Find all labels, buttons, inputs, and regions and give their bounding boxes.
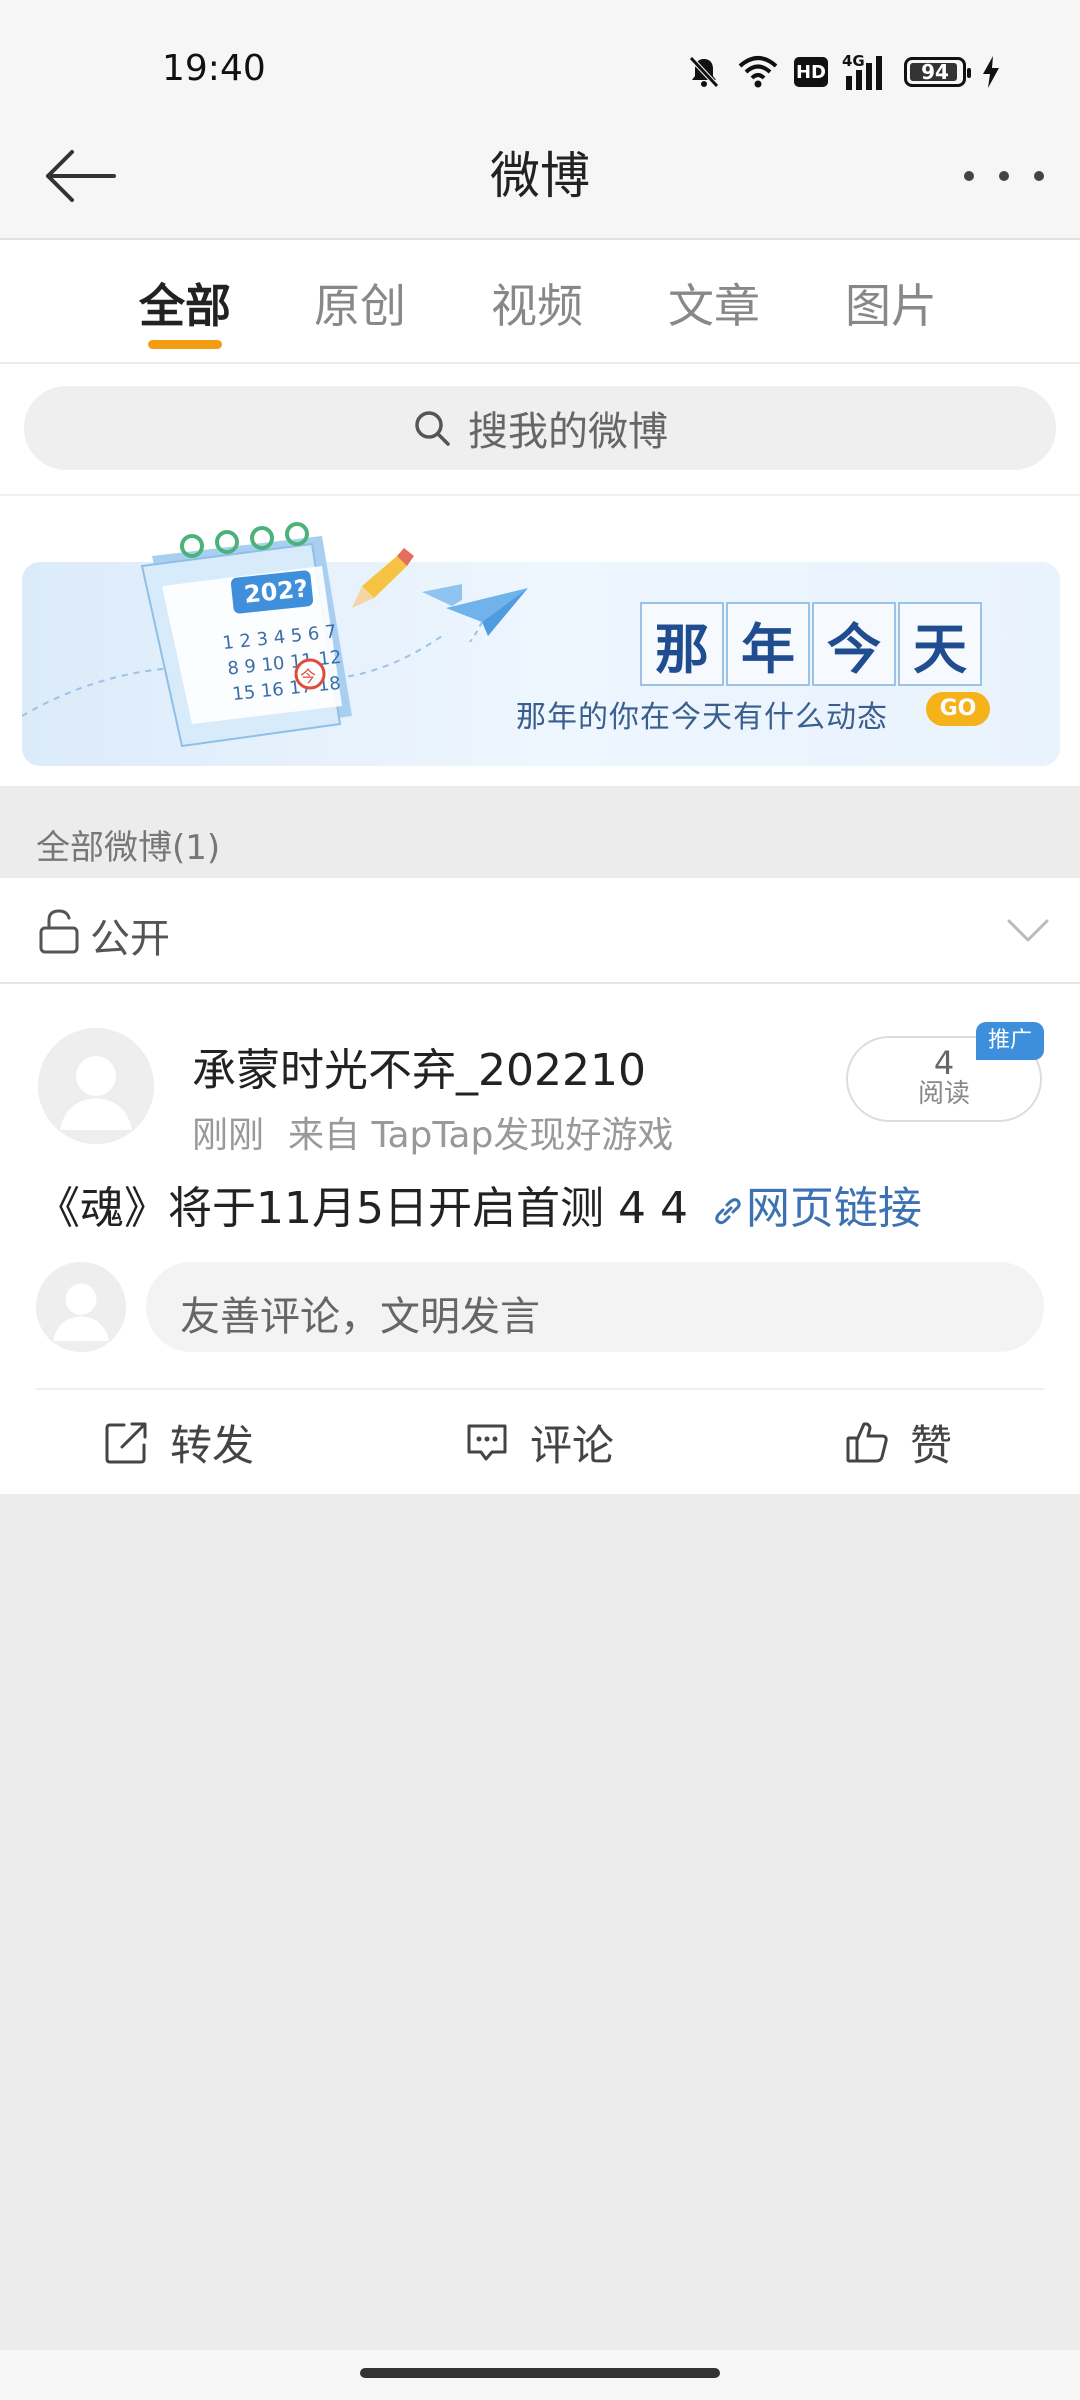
tab-video[interactable]: 视频: [462, 270, 612, 336]
post-author[interactable]: 承蒙时光不弃_202210: [192, 1034, 646, 1098]
default-avatar-icon: [38, 1028, 154, 1144]
page-title: 微博: [490, 147, 590, 205]
banner-area: 202? 1 2 3 4 5 6 7 8 9 10 11 12 15 16 17…: [0, 496, 1080, 786]
visibility-filter[interactable]: 公开: [0, 878, 1080, 984]
comment-input[interactable]: 友善评论，文明发言: [146, 1262, 1044, 1352]
memories-banner[interactable]: 202? 1 2 3 4 5 6 7 8 9 10 11 12 15 16 17…: [22, 522, 1060, 766]
web-link[interactable]: 网页链接: [702, 1183, 922, 1234]
chevron-down-icon: [1007, 919, 1049, 942]
comment-label: 评论: [530, 1420, 615, 1470]
charging-icon: [983, 56, 999, 88]
post-meta: 刚刚 来自 TapTap发现好游戏: [192, 1106, 673, 1158]
banner-slogan: 那年的你在今天有什么动态: [516, 700, 888, 735]
status-icons: HD 4G 94: [686, 50, 1002, 94]
mute-icon: [689, 56, 719, 88]
post-source: 来自 TapTap发现好游戏: [288, 1115, 674, 1156]
thumbs-up-icon: [846, 1422, 888, 1463]
divider: [36, 1388, 1044, 1390]
tab-all[interactable]: 全部: [110, 270, 260, 336]
banner-go-button[interactable]: GO: [926, 692, 990, 726]
nav-bar: 微博: [0, 110, 1080, 240]
banner-title-char: 天: [898, 602, 982, 686]
battery-level: 94: [921, 60, 949, 84]
banner-title-char: 今: [812, 602, 896, 686]
signal-icon: 4G: [842, 52, 890, 90]
reads-label: 阅读: [917, 1079, 970, 1109]
post-time: 刚刚: [192, 1115, 265, 1156]
like-label: 赞: [910, 1420, 953, 1470]
comment-placeholder: 友善评论，文明发言: [180, 1294, 540, 1340]
search-icon: [415, 411, 450, 446]
network-type: 4G: [842, 52, 865, 70]
web-link-label: 网页链接: [745, 1183, 922, 1234]
comment-icon: [467, 1424, 507, 1461]
unlock-icon: [39, 909, 79, 954]
home-indicator[interactable]: [360, 2368, 720, 2378]
paper-plane-icon: [446, 588, 528, 642]
my-avatar: [36, 1262, 126, 1352]
repost-button[interactable]: 转发: [104, 1392, 254, 1492]
more-dots-icon: [964, 171, 974, 181]
search-input[interactable]: 搜我的微博: [24, 386, 1056, 470]
post-card: 承蒙时光不弃_202210 刚刚 来自 TapTap发现好游戏 4 阅读 推广 《…: [0, 984, 1080, 1494]
wifi-icon: [738, 56, 778, 88]
tab-original[interactable]: 原创: [285, 270, 435, 336]
more-button[interactable]: [964, 156, 1044, 196]
calendar-today: 今: [300, 667, 316, 686]
comment-button[interactable]: 评论: [464, 1392, 614, 1492]
tab-article[interactable]: 文章: [639, 270, 789, 336]
like-button[interactable]: 赞: [844, 1392, 952, 1492]
post-count-label: 全部微博(1): [36, 828, 221, 868]
avatar[interactable]: [38, 1028, 154, 1144]
repost-label: 转发: [170, 1420, 255, 1470]
banner-title-char: 那: [640, 602, 724, 686]
search-area: 搜我的微博: [0, 364, 1080, 496]
search-placeholder: 搜我的微博: [468, 409, 668, 455]
hd-icon: HD: [794, 57, 828, 87]
banner-title-char: 年: [726, 602, 810, 686]
tab-image[interactable]: 图片: [816, 270, 966, 336]
battery-icon: 94: [904, 57, 971, 87]
status-time: 19:40: [162, 48, 266, 89]
post-content: 《魂》将于11月5日开启首测 4 4 网页链接: [36, 1172, 922, 1236]
promote-tag[interactable]: 推广: [976, 1022, 1044, 1060]
section-header: 全部微博(1): [0, 786, 1080, 876]
link-icon: [715, 1198, 741, 1225]
calendar-illustration: 202? 1 2 3 4 5 6 7 8 9 10 11 12 15 16 17…: [22, 522, 462, 748]
default-avatar-icon: [36, 1262, 126, 1352]
active-tab-indicator: [148, 340, 222, 349]
post-actions: 转发 评论 赞: [0, 1392, 1080, 1492]
visibility-label: 公开: [90, 916, 170, 962]
share-icon: [105, 1422, 147, 1464]
post-text: 《魂》将于11月5日开启首测 4 4: [36, 1183, 702, 1234]
tab-bar: 全部 原创 视频 文章 图片: [0, 240, 1080, 364]
